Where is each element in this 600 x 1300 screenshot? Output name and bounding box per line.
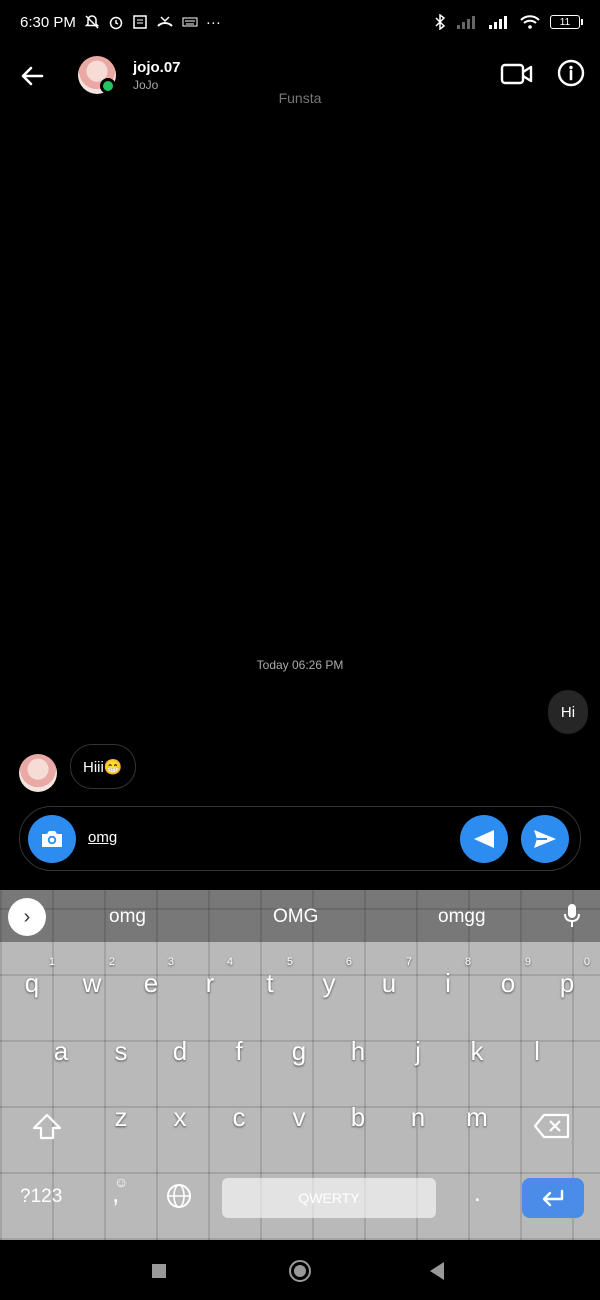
- key-u[interactable]: u7: [364, 956, 414, 999]
- news-icon: [133, 15, 147, 29]
- status-bar: 6:30 PM ··· 11: [0, 0, 600, 44]
- key-f[interactable]: f: [214, 1036, 264, 1067]
- triangle-icon: [474, 830, 494, 848]
- key-s[interactable]: s: [96, 1036, 146, 1067]
- key-l[interactable]: l: [512, 1036, 562, 1067]
- back-arrow-icon[interactable]: [16, 60, 48, 92]
- key-a[interactable]: a: [36, 1036, 86, 1067]
- microphone-icon[interactable]: [562, 902, 582, 930]
- message-input[interactable]: omg: [88, 829, 117, 846]
- period-key[interactable]: .: [474, 1180, 481, 1208]
- key-r[interactable]: r4: [185, 956, 235, 999]
- outgoing-message[interactable]: Hi: [548, 690, 588, 734]
- key-v[interactable]: v: [274, 1102, 324, 1133]
- comma-key[interactable]: ,: [112, 1178, 119, 1209]
- key-t[interactable]: t5: [245, 956, 295, 999]
- backspace-icon[interactable]: [533, 1112, 571, 1140]
- key-d[interactable]: d: [155, 1036, 205, 1067]
- suggestion-strip: › omg OMG omgg: [0, 890, 600, 942]
- key-k[interactable]: k: [452, 1036, 502, 1067]
- key-c[interactable]: c: [214, 1102, 264, 1133]
- incoming-message[interactable]: Hiii😁: [70, 744, 136, 789]
- signal-icon: [489, 16, 507, 29]
- battery-icon: 11: [550, 15, 583, 29]
- key-z[interactable]: z: [96, 1102, 146, 1133]
- sender-avatar[interactable]: [19, 754, 57, 792]
- key-m[interactable]: m: [452, 1102, 502, 1133]
- key-n[interactable]: n: [393, 1102, 443, 1133]
- key-o[interactable]: o9: [483, 956, 533, 999]
- key-e[interactable]: e3: [126, 956, 176, 999]
- suggestion-2[interactable]: OMG: [273, 906, 318, 928]
- key-g[interactable]: g: [274, 1036, 324, 1067]
- suggestion-3[interactable]: omgg: [438, 906, 486, 928]
- more-notifications-dots: ···: [205, 13, 221, 31]
- key-j[interactable]: j: [393, 1036, 443, 1067]
- alarm-icon: [109, 16, 123, 30]
- message-composer: omg: [19, 806, 581, 871]
- status-time: 6:30 PM: [20, 13, 76, 31]
- wifi-icon: [520, 15, 540, 29]
- gif-button[interactable]: [460, 815, 508, 863]
- enter-icon: [542, 1189, 564, 1207]
- key-b[interactable]: b: [333, 1102, 383, 1133]
- symbols-key[interactable]: ?123: [20, 1186, 62, 1208]
- signal-weak-icon: [457, 16, 475, 29]
- key-y[interactable]: y6: [304, 956, 354, 999]
- system-nav-bar: [0, 1240, 600, 1300]
- expand-toolbar-button[interactable]: ›: [8, 898, 46, 936]
- camera-button[interactable]: [28, 815, 76, 863]
- soft-keyboard: › omg OMG omgg q1 w2 e3 r4 t5 y6 u7 i8 o…: [0, 890, 600, 1240]
- mute-bell-icon: [84, 15, 100, 29]
- key-q[interactable]: q1: [7, 956, 57, 999]
- send-button[interactable]: [521, 815, 569, 863]
- chat-subtitle: Funsta: [278, 90, 322, 106]
- bluetooth-icon: [435, 14, 446, 30]
- shift-icon[interactable]: [30, 1112, 64, 1142]
- key-x[interactable]: x: [155, 1102, 205, 1133]
- home-icon[interactable]: [289, 1260, 311, 1282]
- keyboard-status-icon: [182, 17, 198, 27]
- space-bar[interactable]: QWERTY: [222, 1178, 436, 1218]
- message-date-label: Today 06:26 PM: [256, 658, 344, 672]
- key-p[interactable]: p0: [542, 956, 592, 999]
- globe-icon[interactable]: [166, 1183, 192, 1209]
- missed-call-icon: [157, 16, 173, 27]
- key-i[interactable]: i8: [423, 956, 473, 999]
- recents-icon[interactable]: [152, 1264, 166, 1278]
- suggestion-1[interactable]: omg: [109, 906, 146, 928]
- video-call-icon[interactable]: [500, 60, 534, 88]
- nav-back-icon[interactable]: [430, 1262, 444, 1280]
- info-icon[interactable]: [556, 58, 586, 88]
- key-w[interactable]: w2: [67, 956, 117, 999]
- camera-icon: [42, 831, 62, 847]
- send-icon: [534, 830, 556, 848]
- key-h[interactable]: h: [333, 1036, 383, 1067]
- contact-username[interactable]: jojo.07: [133, 59, 181, 76]
- enter-key[interactable]: [522, 1178, 584, 1218]
